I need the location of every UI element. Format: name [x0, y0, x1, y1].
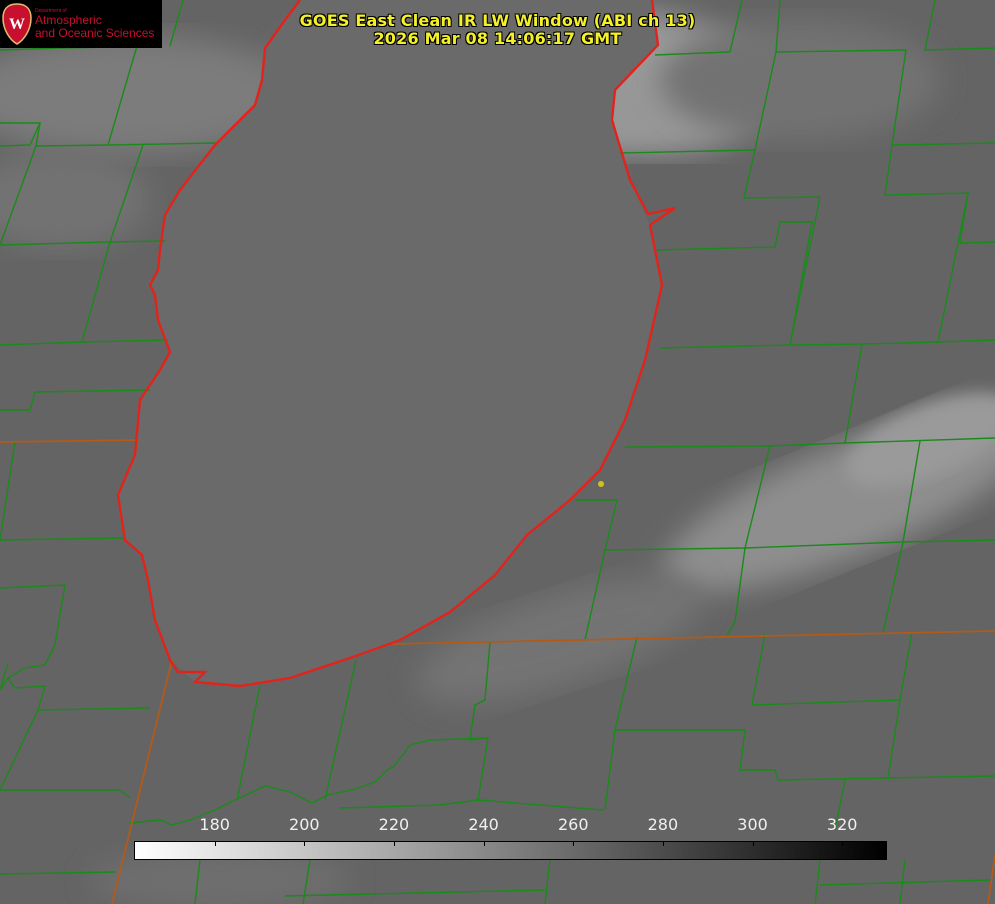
station-dot-icon: [598, 481, 604, 487]
colorbar-tick-mark: [214, 841, 216, 846]
colorbar-tick-mark: [483, 841, 485, 846]
colorbar-tick-label: 200: [289, 815, 320, 834]
colorbar-tick-mark: [304, 841, 306, 846]
colorbar-tick-mark: [752, 841, 754, 846]
satellite-image-viewer: GOES East Clean IR LW Window (ABI ch 13)…: [0, 0, 995, 904]
svg-text:W: W: [9, 16, 25, 33]
logo-line-1: Atmospheric: [35, 13, 102, 27]
colorbar-tick-mark: [393, 841, 395, 846]
colorbar-tick-mark: [842, 841, 844, 846]
colorbar-tick-label: 180: [199, 815, 230, 834]
logo-line-2: and Oceanic Sciences: [35, 26, 155, 40]
seal-icon: W: [2, 3, 32, 45]
colorbar-tick-label: 220: [378, 815, 410, 834]
colorbar-tick-label: 320: [826, 815, 858, 834]
colorbar-tick-label: 260: [557, 815, 589, 834]
colorbar-tick-label: 280: [647, 815, 679, 834]
colorbar-tick-mark: [573, 841, 575, 846]
colorbar-tick-label: 240: [468, 815, 499, 834]
aos-logo: W Department of Atmospheric and Oceanic …: [0, 0, 162, 48]
colorbar-tick-label: 300: [737, 815, 768, 834]
colorbar-tick-mark: [662, 841, 664, 846]
colorbar: [134, 841, 887, 860]
satellite-map: [0, 0, 995, 904]
